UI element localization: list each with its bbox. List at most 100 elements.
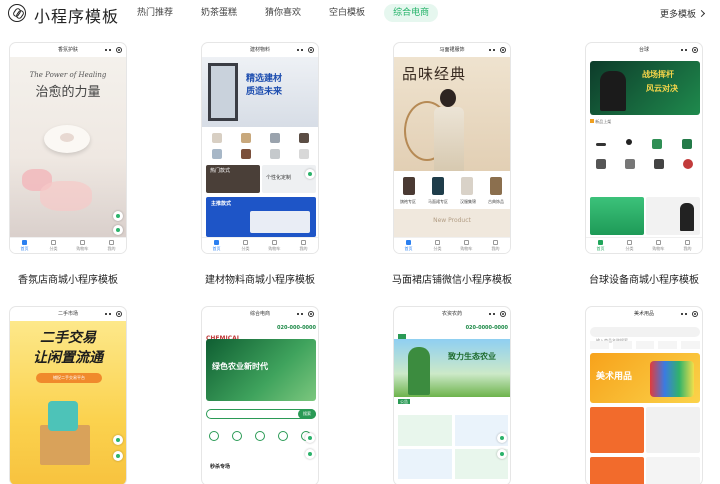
more-templates-link[interactable]: 更多模板 <box>660 7 706 20</box>
tab-cart[interactable]: 购物车 <box>260 238 289 253</box>
promo-player[interactable] <box>646 197 700 235</box>
category-icon[interactable] <box>652 139 662 149</box>
category-icon[interactable] <box>231 431 242 441</box>
chat-fab-icon[interactable] <box>305 449 315 459</box>
tab-cart[interactable]: 购物车 <box>452 238 481 253</box>
category-icon[interactable] <box>624 159 635 169</box>
card-caption[interactable]: 香氛店商城小程序模板 <box>0 271 153 286</box>
phone-fab-icon[interactable] <box>305 169 315 179</box>
template-card-agri-chemical[interactable]: 综合电商 CHEMICAL 020-000-0000 绿色农业新时代 搜索 秒杀… <box>201 306 319 484</box>
search-box[interactable]: 搜索 <box>206 409 316 419</box>
tab-me[interactable]: 我的 <box>97 238 126 253</box>
tab-cart[interactable]: 购物车 <box>68 238 97 253</box>
phone-fab-icon[interactable] <box>497 433 507 443</box>
category-icon[interactable] <box>626 139 632 145</box>
phone-number[interactable]: 020-000-0000 <box>277 325 316 331</box>
label: 汉服集锦 <box>460 199 476 204</box>
product-thumb[interactable] <box>431 177 444 195</box>
tab-category[interactable]: 分类 <box>231 238 260 253</box>
category-icon[interactable] <box>278 431 289 441</box>
category-chip[interactable] <box>681 341 700 349</box>
template-card-art[interactable]: 美术用品 输入商品名称搜索 美术用品 <box>585 306 703 484</box>
product-thumb[interactable] <box>402 177 415 195</box>
category-icon[interactable] <box>682 139 692 149</box>
card-caption[interactable]: 建材物料商城小程序模板 <box>175 271 345 286</box>
product-thumb[interactable] <box>460 177 473 195</box>
promo-red[interactable] <box>590 407 644 453</box>
promo-grey[interactable] <box>646 407 700 453</box>
tab-category[interactable]: 分类 <box>39 238 68 253</box>
chat-fab-icon[interactable] <box>113 211 123 221</box>
template-card-mamian[interactable]: 马面裙服饰 品味经典 旗袍专区 马面裙专区 汉服集锦 古典饰品 New Prod… <box>393 42 511 254</box>
category-chip[interactable] <box>590 341 609 349</box>
logo-icon[interactable] <box>8 4 26 22</box>
template-card-building[interactable]: 建材物料 精选建材 质造未来 热门款式 个性化定制 主推款式 首页 分类 购物车… <box>201 42 319 254</box>
chat-fab-icon[interactable] <box>497 449 507 459</box>
product-tile[interactable] <box>398 448 452 479</box>
tab-ecommerce[interactable]: 综合电商 <box>384 4 439 22</box>
new-product-banner[interactable]: New Product <box>394 209 510 239</box>
tab-category[interactable]: 分类 <box>615 238 644 253</box>
card-caption[interactable]: 台球设备商城小程序模板 <box>559 271 720 286</box>
promo-green[interactable] <box>590 197 644 235</box>
tab-category[interactable]: 分类 <box>423 238 452 253</box>
phone-fab-icon[interactable] <box>305 433 315 443</box>
category-icon[interactable] <box>240 133 251 143</box>
phone-number[interactable]: 020-0000-0000 <box>466 325 508 331</box>
tab-me[interactable]: 我的 <box>289 238 318 253</box>
tab-blank[interactable]: 空白模板 <box>320 4 374 22</box>
phone-fab-icon[interactable] <box>113 451 123 461</box>
tab-me[interactable]: 我的 <box>481 238 510 253</box>
phone-title: 二手市场 <box>57 311 78 317</box>
template-card-secondhand[interactable]: 二手市场 二手交易 让闲置流通 捕捉二手交易平台 <box>9 306 127 484</box>
platform-button[interactable]: 捕捉二手交易平台 <box>36 373 102 383</box>
category-icon[interactable] <box>254 431 265 441</box>
search-box[interactable]: 输入商品名称搜索 <box>590 327 700 343</box>
tab-me[interactable]: 我的 <box>673 238 702 253</box>
tab-home[interactable]: 首页 <box>586 238 615 253</box>
category-icon[interactable] <box>269 149 280 159</box>
tab-cart[interactable]: 购物车 <box>644 238 673 253</box>
category-icon[interactable] <box>595 159 606 169</box>
tab-home[interactable]: 首页 <box>10 238 39 253</box>
tab-label: 购物车 <box>652 246 665 251</box>
template-card-farming[interactable]: 农资农药 020-0000-0000 致力生态农业 公告 <box>393 306 511 484</box>
product-thumb[interactable] <box>489 177 502 195</box>
category-icon[interactable] <box>211 133 222 143</box>
template-card-billiards[interactable]: 台球 战场挥杆 风云对决 新品上架 首页 分类 购物车 我的 <box>585 42 703 254</box>
tab-guess[interactable]: 猜你喜欢 <box>256 4 310 22</box>
card-caption[interactable]: 马面裙店铺微信小程序模板 <box>367 271 537 286</box>
template-card-fragrance[interactable]: 香氛护肤 The Power of Healing 治愈的力量 首页 分类 购物… <box>9 42 127 254</box>
category-icon[interactable] <box>211 149 222 159</box>
phone-fab-icon[interactable] <box>113 225 123 235</box>
tab-home[interactable]: 首页 <box>394 238 423 253</box>
tab-milk-tea[interactable]: 奶茶蛋糕 <box>192 4 246 22</box>
search-button[interactable]: 搜索 <box>298 409 316 419</box>
notice-bar[interactable]: 公告 <box>398 399 508 407</box>
category-tabs: 热门推荐 奶茶蛋糕 猜你喜欢 空白模板 综合电商 <box>128 4 448 22</box>
category-icon[interactable] <box>298 149 309 159</box>
category-icon[interactable] <box>269 133 280 143</box>
category-chip[interactable] <box>658 341 678 349</box>
category-icon[interactable] <box>596 143 606 146</box>
tab-hot[interactable]: 热门推荐 <box>128 4 182 22</box>
category-icon[interactable] <box>682 159 693 169</box>
promo-pencils[interactable] <box>646 457 700 484</box>
main-section[interactable]: 主推款式 <box>206 197 316 237</box>
section-title: 主推款式 <box>211 201 232 207</box>
phone-title-bar: 建材物料 <box>202 43 318 57</box>
tab-home[interactable]: 首页 <box>202 238 231 253</box>
category-chip[interactable] <box>612 341 632 349</box>
category-icon[interactable] <box>298 133 309 143</box>
hot-section[interactable]: 热门款式 <box>206 165 260 193</box>
notice-bar[interactable]: 新品上架 <box>590 119 700 127</box>
more-dots-icon <box>489 313 495 315</box>
category-icon[interactable] <box>208 431 219 441</box>
category-icon[interactable] <box>240 149 251 159</box>
category-icon[interactable] <box>653 159 664 169</box>
category-chip[interactable] <box>635 341 655 349</box>
capsule-icon <box>116 47 122 53</box>
promo-red-2[interactable] <box>590 457 644 484</box>
product-tile[interactable] <box>398 415 452 446</box>
chat-fab-icon[interactable] <box>113 435 123 445</box>
